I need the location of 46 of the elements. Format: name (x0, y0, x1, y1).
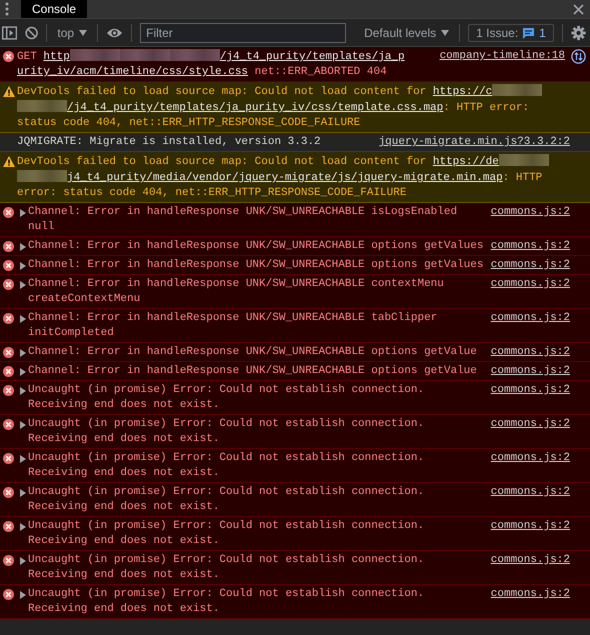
console-tab[interactable]: Console (21, 0, 88, 18)
source-link[interactable]: commons.js:2 (490, 311, 570, 326)
message-text: Channel: Error in handleResponse UNK/SW_UNREACHABLE contextMenu createContextMenu (28, 277, 445, 307)
message-text: Channel: Error in handleResponse UNK/SW_UNREACHABLE tabClipper initCompleted (28, 311, 438, 341)
message-text: Uncaught (in promise) Error: Could not establish connection. Receiving end does not exist. (28, 417, 426, 447)
message-text: GET http /j4_t4_purity/templates/ja_p urity_iv/acm/timeline/css/style.css net::ERR_ABORTED 404 (17, 49, 406, 80)
url-link[interactable]: https://c (432, 86, 492, 98)
message-text: Uncaught (in promise) Error: Could not establish connection. Receiving end does not exist. (28, 485, 426, 515)
source-link[interactable]: commons.js:2 (490, 485, 570, 500)
source-link[interactable]: commons.js:2 (490, 587, 570, 602)
url-link[interactable]: http (43, 51, 70, 63)
source-link[interactable]: commons.js:2 (490, 239, 570, 254)
source-link[interactable]: commons.js:2 (490, 205, 570, 220)
source-link[interactable]: company-timeline:18 (440, 49, 565, 64)
message-text: Uncaught (in promise) Error: Could not establish connection. Receiving end does not exist. (28, 519, 426, 549)
message-text: Uncaught (in promise) Error: Could not establish connection. Receiving end does not exist. (28, 451, 426, 481)
source-link[interactable]: commons.js:2 (490, 519, 570, 534)
message-text: Uncaught (in promise) Error: Could not establish connection. Receiving end does not exist. (28, 383, 426, 413)
source-link[interactable]: commons.js:2 (490, 417, 570, 432)
source-link[interactable]: commons.js:2 (490, 277, 570, 292)
message-text: DevTools failed to load source map: Could not load content for https://c /j4_t4_purity/templates/ja_purity_iv/css/template.css.map: HTTP error: status code 404, net::ERR_HTTP_RESPONSE_CODE_FAILURE (17, 84, 570, 131)
source-link[interactable]: commons.js:2 (490, 258, 570, 273)
url-link[interactable]: /j4_t4_purity/templates/ja_p (220, 51, 405, 63)
message-text: Uncaught (in promise) Error: Could not establish connection. Receiving end does not exist. (28, 587, 426, 617)
levels-dropdown[interactable]: Default levels (362, 26, 452, 40)
source-link[interactable]: commons.js:2 (490, 553, 570, 568)
source-link[interactable]: commons.js:2 (490, 451, 570, 466)
filter-field[interactable]: Filter (140, 22, 346, 42)
message-text: Channel: Error in handleResponse UNK/SW_UNREACHABLE options getValue (28, 345, 478, 360)
message-text: DevTools failed to load source map: Could not load content for https://de j4_t4_purity/media/vendor/jquery-migrate/js/jquery-migrate.min.map: HTTP error: status code 404, net::ERR_HTTP_RESPONSE_CODE_FAILURE (17, 154, 570, 201)
source-link[interactable]: commons.js:2 (490, 383, 570, 398)
url-link[interactable]: https://de (432, 156, 499, 168)
message-text: Channel: Error in handleResponse UNK/SW_UNREACHABLE isLogsEnabled null (28, 205, 458, 235)
url-link[interactable]: urity_iv/acm/timeline/css/style.css (17, 66, 248, 78)
issues-button[interactable]: 1 Issue: 1 (468, 24, 554, 42)
source-link[interactable]: commons.js:2 (490, 364, 570, 379)
source-link[interactable]: jquery-migrate.min.js?3.3.2:2 (378, 135, 570, 150)
context-dropdown[interactable]: top (55, 26, 90, 40)
url-link[interactable]: /j4_t4_purity/templates/ja_purity_iv/css/template.css.map (67, 102, 444, 114)
message-text: Uncaught (in promise) Error: Could not establish connection. Receiving end does not exist. (28, 553, 426, 583)
message-text: JQMIGRATE: Migrate is installed, version 3.3.2 (17, 135, 322, 150)
source-link[interactable]: commons.js:2 (490, 345, 570, 360)
message-text: Channel: Error in handleResponse UNK/SW_UNREACHABLE options getValue (28, 364, 478, 379)
message-text: Channel: Error in handleResponse UNK/SW_UNREACHABLE options getValues (28, 258, 484, 273)
message-text: Channel: Error in handleResponse UNK/SW_UNREACHABLE options getValues (28, 239, 484, 254)
url-link[interactable]: j4_t4_purity/media/vendor/jquery-migrate/js/jquery-migrate.min.map (67, 172, 503, 184)
